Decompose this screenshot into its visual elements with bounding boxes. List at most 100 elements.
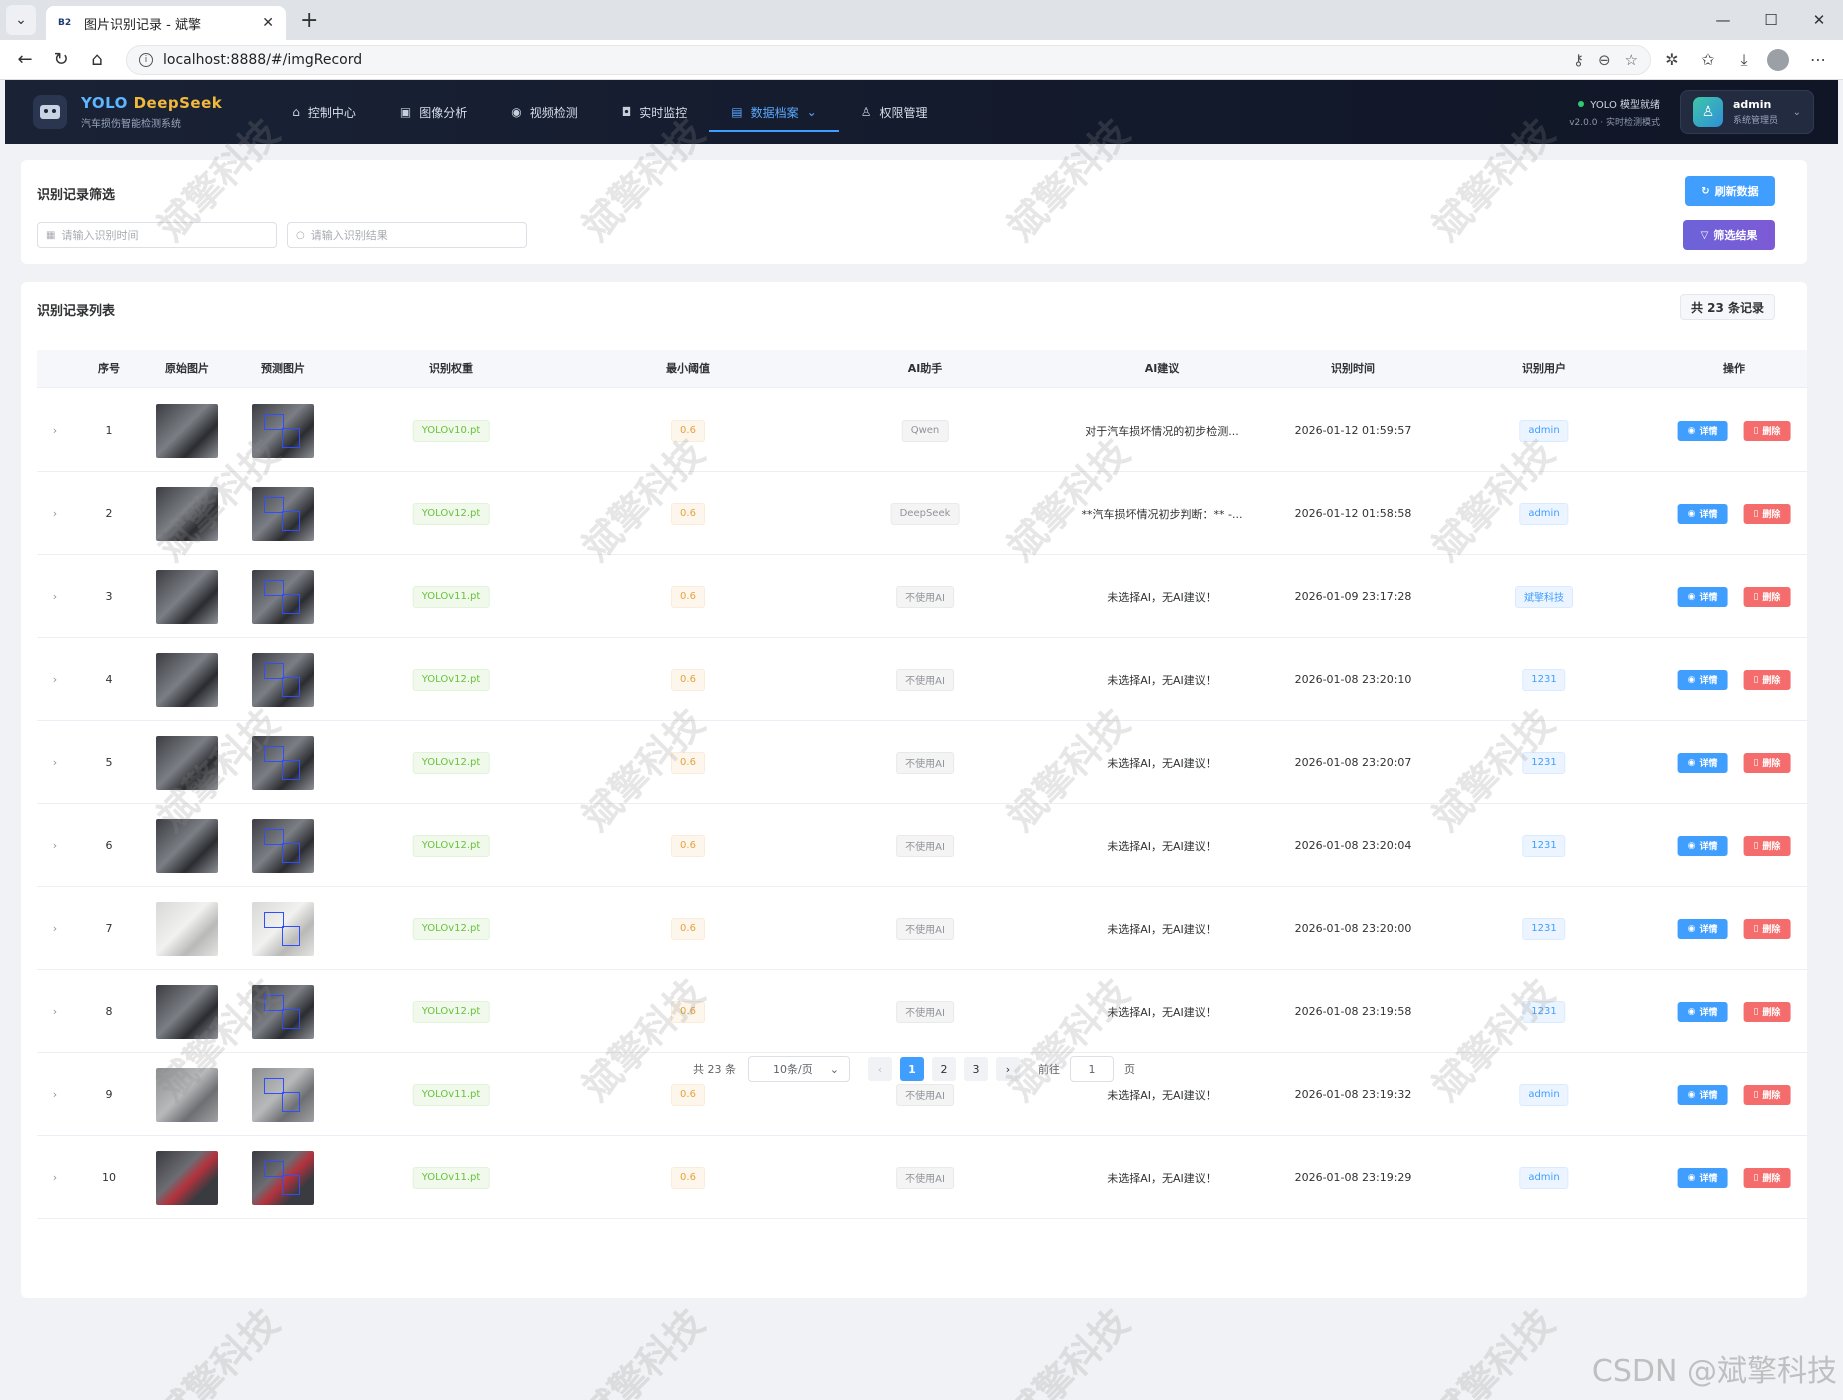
- original-image-thumb[interactable]: [156, 569, 218, 624]
- goto-page-input[interactable]: 1: [1070, 1056, 1114, 1082]
- result-search-input[interactable]: ○ 请输入识别结果: [287, 222, 527, 248]
- favorite-star-icon[interactable]: ☆: [1625, 51, 1638, 69]
- predict-image-thumb[interactable]: [252, 486, 314, 541]
- more-menu-icon[interactable]: ⋯: [1803, 50, 1833, 69]
- delete-button[interactable]: ▯ 删除: [1743, 1167, 1791, 1188]
- record-time: 2026-01-08 23:20:04: [1294, 839, 1412, 852]
- predict-image-thumb[interactable]: [252, 1150, 314, 1205]
- maximize-icon[interactable]: ☐: [1747, 0, 1795, 40]
- chevron-right-icon[interactable]: ›: [53, 721, 57, 804]
- delete-button[interactable]: ▯ 删除: [1743, 586, 1791, 607]
- profile-avatar-icon[interactable]: [1767, 48, 1789, 71]
- tab-list-chevron-icon[interactable]: ⌄: [6, 5, 36, 35]
- page-2-button[interactable]: 2: [932, 1057, 956, 1081]
- close-tab-icon[interactable]: ✕: [262, 15, 274, 31]
- chevron-right-icon[interactable]: ›: [53, 389, 57, 472]
- detail-button[interactable]: ◉ 详情: [1677, 669, 1728, 690]
- original-image-thumb[interactable]: [156, 818, 218, 873]
- predict-image-thumb[interactable]: [252, 984, 314, 1039]
- threshold-tag: 0.6: [671, 834, 705, 857]
- detail-button[interactable]: ◉ 详情: [1677, 1084, 1728, 1105]
- detail-button[interactable]: ◉ 详情: [1677, 752, 1728, 773]
- refresh-button[interactable]: ↻ 刷新数据: [1685, 176, 1775, 206]
- robot-logo-icon: [33, 95, 67, 129]
- page-3-button[interactable]: 3: [964, 1057, 988, 1081]
- minimize-icon[interactable]: —: [1699, 0, 1747, 40]
- nav-data-archive[interactable]: ▤ 数据档案 ⌄: [709, 80, 840, 144]
- nav-video-detection[interactable]: ◉ 视频检测: [489, 80, 600, 144]
- table-row: › 2 YOLOv12.pt 0.6 DeepSeek **汽车损坏情况初步判断：** -…: [37, 472, 1807, 555]
- key-icon[interactable]: ⚷: [1573, 51, 1584, 69]
- detail-button[interactable]: ◉ 详情: [1677, 918, 1728, 939]
- info-icon[interactable]: i: [139, 52, 153, 67]
- delete-button[interactable]: ▯ 删除: [1743, 918, 1791, 939]
- original-image-thumb[interactable]: [156, 403, 218, 458]
- page-size-select[interactable]: 10条/页 ⌄: [748, 1056, 850, 1082]
- predict-image-thumb[interactable]: [252, 901, 314, 956]
- detail-button[interactable]: ◉ 详情: [1677, 503, 1728, 524]
- reload-icon[interactable]: ↻: [46, 49, 76, 70]
- nav-image-analysis[interactable]: ▣ 图像分析: [378, 80, 489, 144]
- calendar-icon: ▦: [46, 229, 56, 241]
- ai-assistant-tag: 不使用AI: [896, 1000, 954, 1023]
- back-arrow-icon[interactable]: ←: [10, 49, 40, 70]
- detail-button[interactable]: ◉ 详情: [1677, 586, 1728, 607]
- chevron-right-icon[interactable]: ›: [53, 472, 57, 555]
- predict-image-thumb[interactable]: [252, 569, 314, 624]
- delete-button[interactable]: ▯ 删除: [1743, 752, 1791, 773]
- download-icon[interactable]: ⤓: [1729, 50, 1759, 70]
- detail-button[interactable]: ◉ 详情: [1677, 1001, 1728, 1022]
- watermark-text: 斌擎科技: [999, 1300, 1138, 1400]
- chevron-right-icon[interactable]: ›: [53, 638, 57, 721]
- detail-button[interactable]: ◉ 详情: [1677, 835, 1728, 856]
- delete-button[interactable]: ▯ 删除: [1743, 1001, 1791, 1022]
- predict-image-thumb[interactable]: [252, 652, 314, 707]
- detail-button[interactable]: ◉ 详情: [1677, 1167, 1728, 1188]
- record-time: 2026-01-08 23:20:07: [1294, 756, 1412, 769]
- delete-button[interactable]: ▯ 删除: [1743, 503, 1791, 524]
- document-icon: ▤: [731, 105, 743, 119]
- row-index: 3: [105, 590, 113, 603]
- original-image-thumb[interactable]: [156, 652, 218, 707]
- row-index: 6: [105, 839, 113, 852]
- delete-button[interactable]: ▯ 删除: [1743, 669, 1791, 690]
- close-window-icon[interactable]: ✕: [1795, 0, 1843, 40]
- chevron-right-icon[interactable]: ›: [53, 887, 57, 970]
- predict-image-thumb[interactable]: [252, 818, 314, 873]
- detail-button[interactable]: ◉ 详情: [1677, 420, 1728, 441]
- home-icon[interactable]: ⌂: [82, 49, 112, 70]
- chevron-right-icon[interactable]: ›: [53, 970, 57, 1053]
- col-user: 识别用户: [1522, 362, 1566, 375]
- chevron-right-icon[interactable]: ›: [53, 555, 57, 638]
- trash-icon: ▯: [1753, 591, 1759, 602]
- predict-image-thumb[interactable]: [252, 735, 314, 790]
- browser-tab[interactable]: B2 图片识别记录 - 斌擎 ✕: [46, 6, 286, 40]
- nav-permission[interactable]: ♙ 权限管理: [839, 80, 950, 144]
- delete-button[interactable]: ▯ 删除: [1743, 420, 1791, 441]
- page-1-button[interactable]: 1: [900, 1057, 924, 1081]
- new-tab-plus-icon[interactable]: +: [300, 8, 318, 33]
- url-input[interactable]: i localhost:8888/#/imgRecord ⚷ ⊖ ☆: [126, 44, 1651, 75]
- original-image-thumb[interactable]: [156, 901, 218, 956]
- chevron-right-icon[interactable]: ›: [53, 804, 57, 887]
- zoom-icon[interactable]: ⊖: [1598, 51, 1611, 69]
- original-image-thumb[interactable]: [156, 984, 218, 1039]
- next-page-button[interactable]: ›: [996, 1057, 1020, 1081]
- original-image-thumb[interactable]: [156, 486, 218, 541]
- nav-control-center[interactable]: ⌂ 控制中心: [270, 80, 378, 144]
- trash-icon: ▯: [1753, 757, 1759, 768]
- extensions-icon[interactable]: ✲: [1657, 50, 1687, 69]
- predict-image-thumb[interactable]: [252, 403, 314, 458]
- favorites-icon[interactable]: ✩: [1693, 50, 1723, 69]
- time-search-input[interactable]: ▦ 请输入识别时间: [37, 222, 277, 248]
- filter-button[interactable]: ▽ 筛选结果: [1683, 220, 1775, 250]
- original-image-thumb[interactable]: [156, 1150, 218, 1205]
- delete-button[interactable]: ▯ 删除: [1743, 1084, 1791, 1105]
- original-image-thumb[interactable]: [156, 735, 218, 790]
- nav-realtime-monitor[interactable]: ◘ 实时监控: [600, 80, 710, 144]
- prev-page-button[interactable]: ‹: [868, 1057, 892, 1081]
- delete-button[interactable]: ▯ 删除: [1743, 835, 1791, 856]
- user-menu[interactable]: ♙ admin 系统管理员 ⌄: [1680, 90, 1814, 134]
- table-row: › 3 YOLOv11.pt 0.6 不使用AI 未选择AI，无AI建议！ 2026-01-…: [37, 555, 1807, 638]
- chevron-right-icon[interactable]: ›: [53, 1136, 57, 1219]
